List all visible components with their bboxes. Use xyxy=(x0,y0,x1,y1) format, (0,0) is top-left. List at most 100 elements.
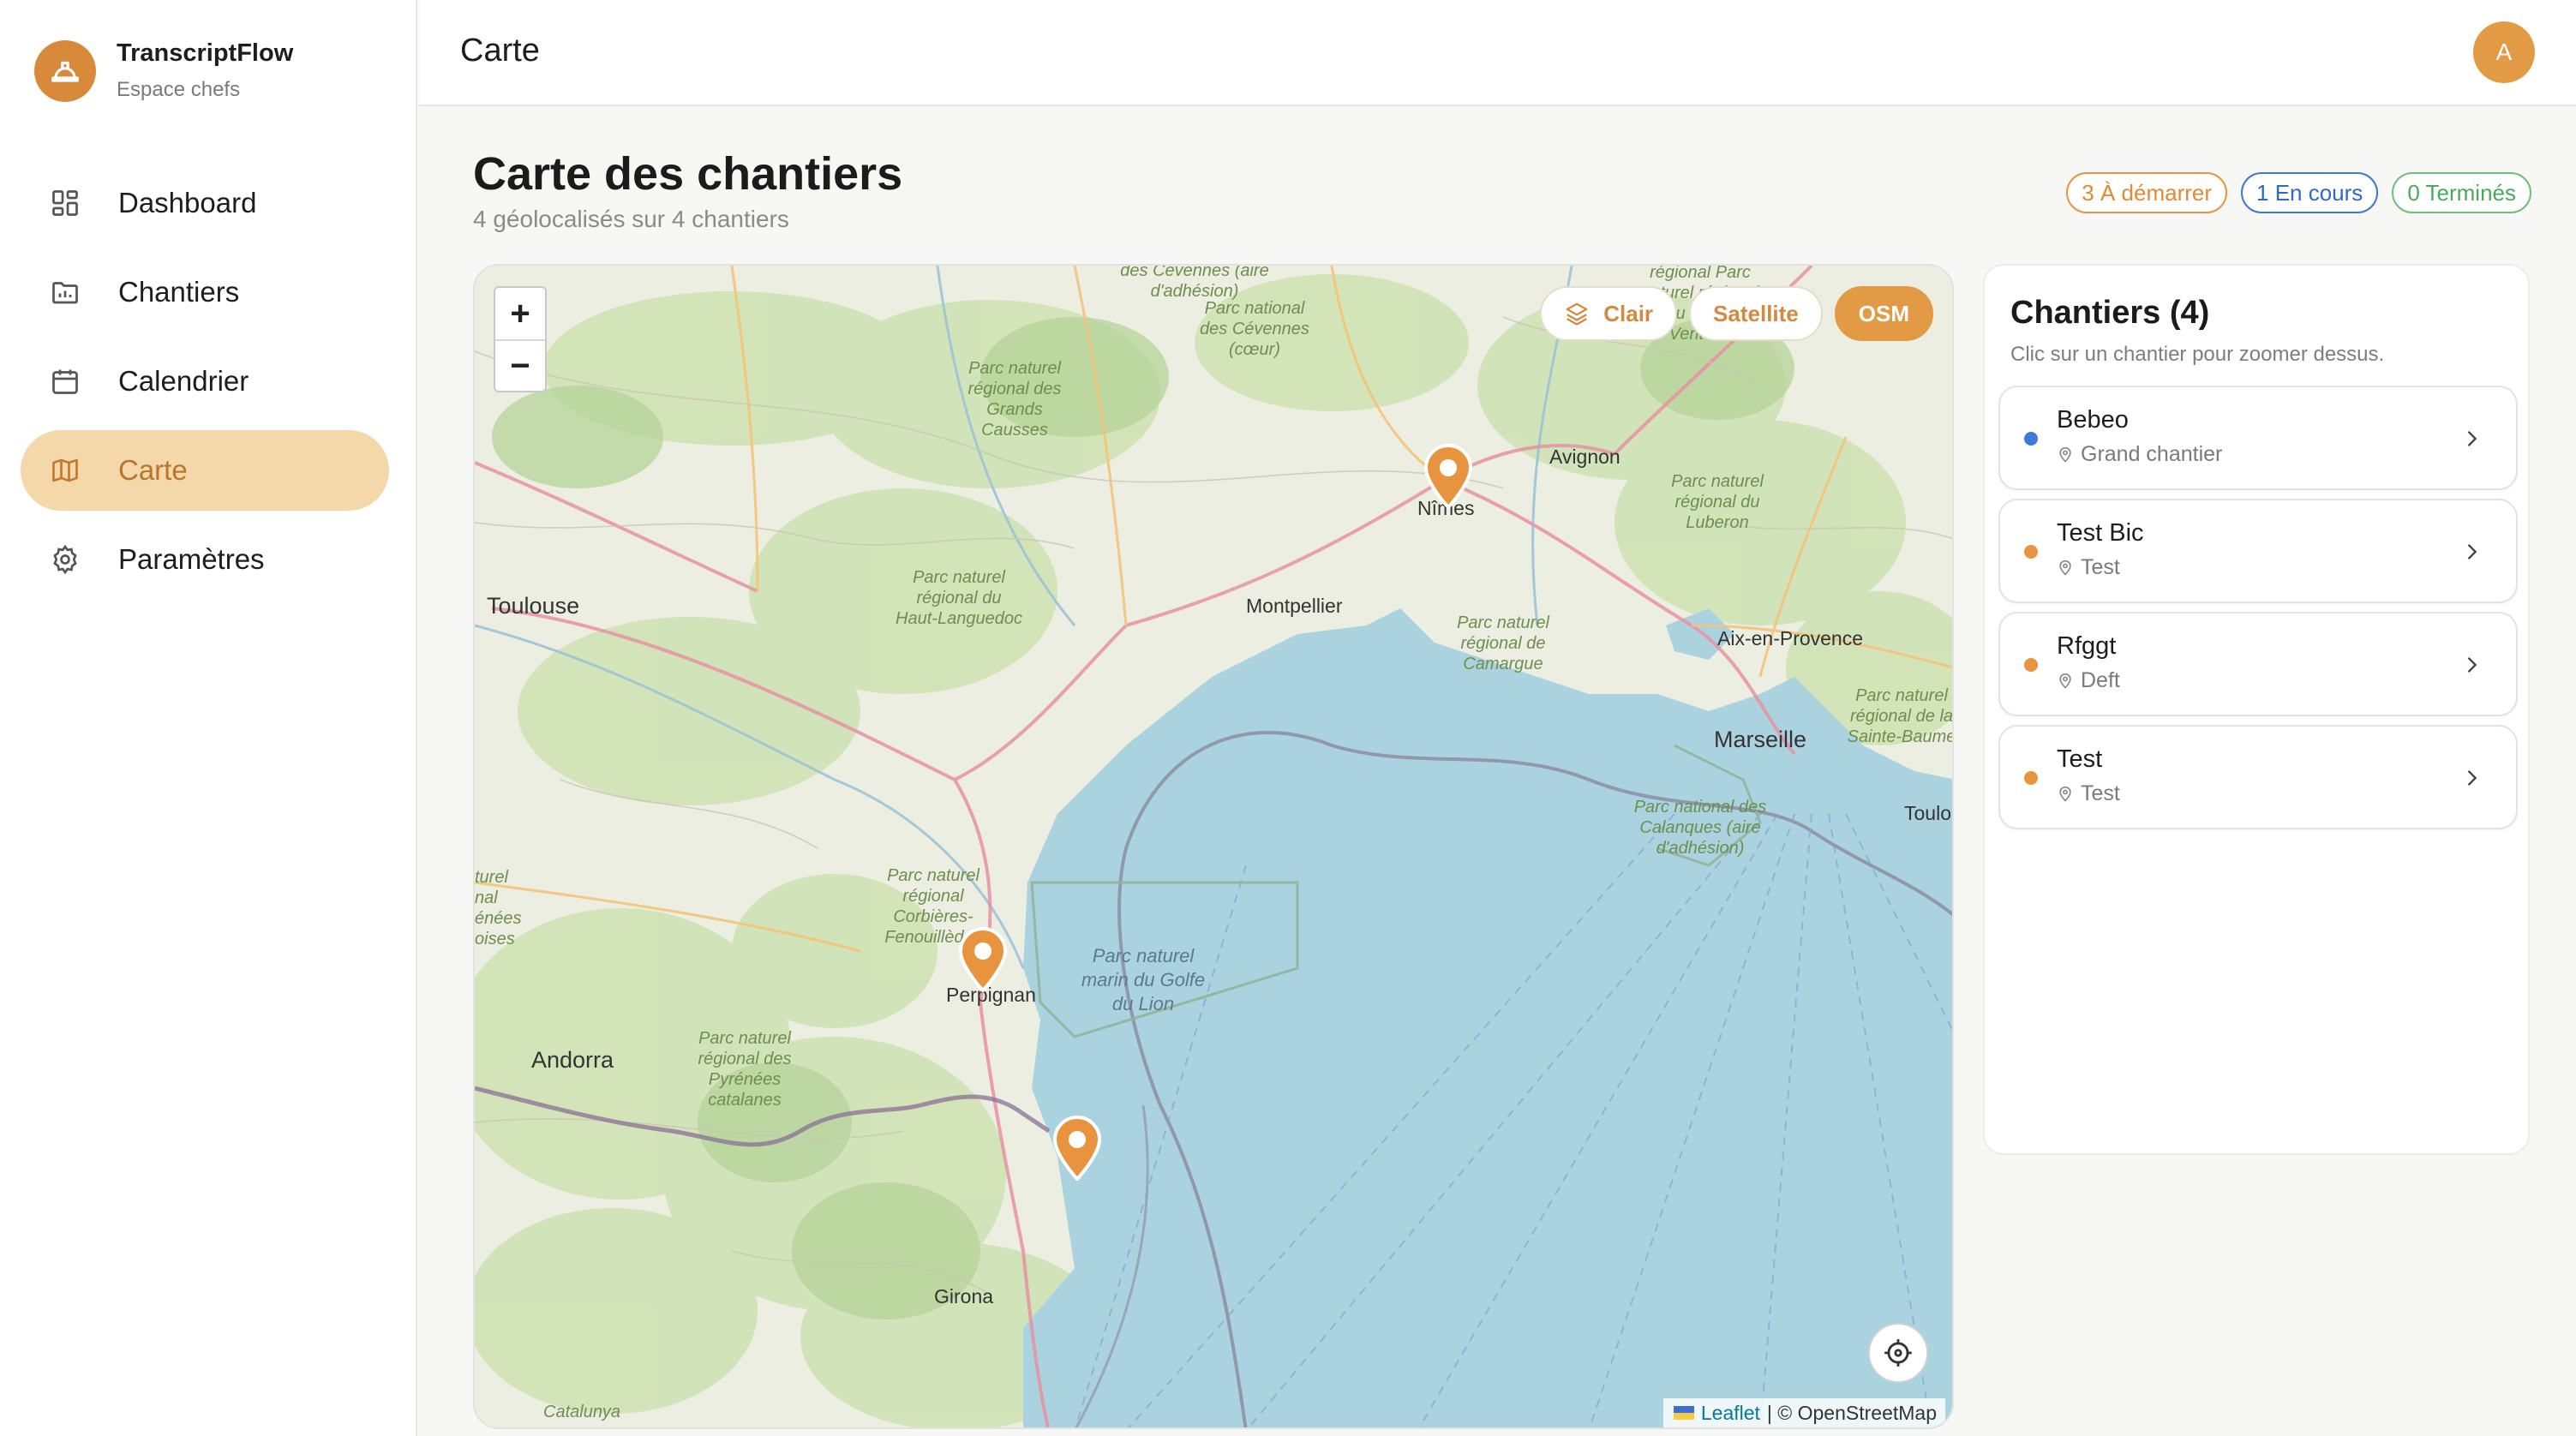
hard-hat-icon xyxy=(34,39,96,102)
chantier-location: Grand chantier xyxy=(2057,442,2222,467)
pin-icon xyxy=(2057,786,2074,803)
chantier-item[interactable]: Bebeo Grand chantier xyxy=(1998,386,2518,490)
sidebar-item-parametres[interactable]: Paramètres xyxy=(21,519,389,600)
pin-icon xyxy=(2057,673,2074,690)
map-icon xyxy=(48,453,82,488)
chantier-location-text: Deft xyxy=(2081,668,2120,692)
map-view[interactable]: des Cévennes (aire d'adhésion) Parc nati… xyxy=(473,264,1954,1429)
chantier-list: Bebeo Grand chantier Test Bic Test Rfggt… xyxy=(1998,386,2518,838)
panel-subtitle: Clic sur un chantier pour zoomer dessus. xyxy=(2010,343,2385,366)
sidebar-nav: Dashboard Chantiers Calendrier Carte Par… xyxy=(21,163,389,608)
chevron-right-icon xyxy=(2467,770,2477,786)
brand[interactable]: TranscriptFlow Espace chefs xyxy=(34,39,293,102)
sidebar: TranscriptFlow Espace chefs Dashboard Ch… xyxy=(0,0,417,1436)
chevron-right-icon xyxy=(2467,657,2477,673)
chantier-location: Test xyxy=(2057,555,2120,580)
chantier-item[interactable]: Test Test xyxy=(1998,725,2518,829)
chantier-name: Test xyxy=(2057,745,2103,773)
chantiers-panel: Chantiers (4) Clic sur un chantier pour … xyxy=(1983,264,2530,1155)
pin-icon xyxy=(2057,446,2074,464)
map-label-camargue: Parc naturel régional de Camargue xyxy=(1457,613,1549,673)
status-badge-a-demarrer[interactable]: 3 À démarrer xyxy=(2066,172,2228,213)
topbar: Carte A xyxy=(419,0,2576,106)
chantier-name: Bebeo xyxy=(2057,406,2129,434)
layer-label: Clair xyxy=(1603,300,1654,326)
map-label-girona: Girona xyxy=(934,1285,994,1307)
chantier-item[interactable]: Rfggt Deft xyxy=(1998,612,2518,716)
map-marker[interactable] xyxy=(957,927,1009,992)
page-subtitle: 4 géolocalisés sur 4 chantiers xyxy=(473,206,789,232)
layer-switcher: Clair Satellite OSM xyxy=(1540,286,1933,341)
leaflet-link[interactable]: Leaflet xyxy=(1701,1402,1760,1425)
layer-satellite-button[interactable]: Satellite xyxy=(1689,286,1823,341)
map-label-cevennes: Parc national des Cévennes (cœur) xyxy=(1200,299,1309,359)
calendar-icon xyxy=(48,364,82,398)
ukraine-flag-icon xyxy=(1673,1406,1694,1420)
layer-clair-button[interactable]: Clair xyxy=(1540,286,1678,341)
sidebar-item-carte[interactable]: Carte xyxy=(21,430,389,511)
locate-button[interactable] xyxy=(1868,1323,1928,1383)
layer-osm-button[interactable]: OSM xyxy=(1834,286,1933,341)
pin-icon xyxy=(2057,559,2074,577)
status-dot xyxy=(2024,432,2038,446)
map-label-west-park: turel nal énées oises xyxy=(475,868,522,948)
sidebar-item-label: Dashboard xyxy=(118,187,257,218)
chantier-location-text: Test xyxy=(2081,781,2120,805)
chantier-location-text: Grand chantier xyxy=(2081,442,2223,466)
sidebar-item-label: Paramètres xyxy=(118,543,265,575)
map-marker[interactable] xyxy=(1423,444,1474,509)
status-dot xyxy=(2024,545,2038,559)
brand-subtitle: Espace chefs xyxy=(117,78,241,101)
chevron-right-icon xyxy=(2467,544,2477,559)
sidebar-item-dashboard[interactable]: Dashboard xyxy=(21,163,389,243)
map-marker[interactable] xyxy=(1051,1116,1103,1181)
dashboard-icon xyxy=(48,186,82,220)
zoom-in-button[interactable]: + xyxy=(495,288,545,339)
status-dot xyxy=(2024,658,2038,672)
chantier-location-text: Test xyxy=(2081,555,2120,579)
chevron-right-icon xyxy=(2467,431,2477,446)
sidebar-item-label: Chantiers xyxy=(118,276,240,308)
map-label-golfe-du-lion: Parc naturel marin du Golfe du Lion xyxy=(1081,945,1206,1014)
map-label-sainte-baume: Parc naturel régional de la Sainte-Baume xyxy=(1847,686,1954,746)
status-dot xyxy=(2024,771,2038,785)
map-label-haut-languedoc: Parc naturel régional du Haut-Languedoc xyxy=(896,568,1022,628)
map-attribution: Leaflet | © OpenStreetMap xyxy=(1662,1398,1945,1427)
crosshair-icon xyxy=(1884,1339,1912,1367)
layers-icon xyxy=(1564,301,1590,326)
status-badges: 3 À démarrer 1 En cours 0 Terminés xyxy=(2066,172,2531,213)
map-label-cevennes-top: des Cévennes (aire d'adhésion) xyxy=(1120,264,1269,301)
folder-chart-icon xyxy=(48,275,82,309)
status-badge-en-cours[interactable]: 1 En cours xyxy=(2241,172,2379,213)
zoom-control: + − xyxy=(494,286,547,392)
map-label-toulon: Toulo xyxy=(1904,802,1951,824)
map-label-avignon: Avignon xyxy=(1549,446,1620,468)
sidebar-item-label: Carte xyxy=(118,454,188,486)
map-label-grands-causses: Parc naturel régional des Grands Causses xyxy=(967,359,1062,440)
map-label-pyrenees: Parc naturel régional des Pyrénées catal… xyxy=(698,1029,792,1110)
map-label-toulouse: Toulouse xyxy=(487,593,580,619)
chantier-item[interactable]: Test Bic Test xyxy=(1998,499,2518,603)
status-badge-termines[interactable]: 0 Terminés xyxy=(2392,172,2531,213)
topbar-title: Carte xyxy=(460,33,540,69)
sidebar-item-label: Calendrier xyxy=(118,365,249,397)
avatar[interactable]: A xyxy=(2473,21,2535,83)
sidebar-item-chantiers[interactable]: Chantiers xyxy=(21,252,389,332)
chantier-location: Deft xyxy=(2057,668,2120,693)
map-label-marseille: Marseille xyxy=(1714,727,1807,752)
chantier-location: Test xyxy=(2057,781,2120,806)
map-label-andorra: Andorra xyxy=(531,1047,614,1073)
map-label-montpellier: Montpellier xyxy=(1246,595,1343,617)
chantier-name: Test Bic xyxy=(2057,519,2144,547)
brand-name: TranscriptFlow xyxy=(117,39,294,67)
sidebar-item-calendrier[interactable]: Calendrier xyxy=(21,341,389,422)
map-label-calanques: Parc national des Calanques (aire d'adhé… xyxy=(1633,798,1767,858)
page-title: Carte des chantiers xyxy=(473,148,903,200)
panel-title: Chantiers (4) xyxy=(2010,295,2210,331)
gear-icon xyxy=(48,542,82,577)
map-label-aix: Aix-en-Provence xyxy=(1717,627,1864,649)
chantier-name: Rfggt xyxy=(2057,632,2117,660)
osm-attribution: | © OpenStreetMap xyxy=(1766,1401,1937,1424)
map-label-luberon: Parc naturel régional du Luberon xyxy=(1671,472,1764,532)
zoom-out-button[interactable]: − xyxy=(495,339,545,391)
